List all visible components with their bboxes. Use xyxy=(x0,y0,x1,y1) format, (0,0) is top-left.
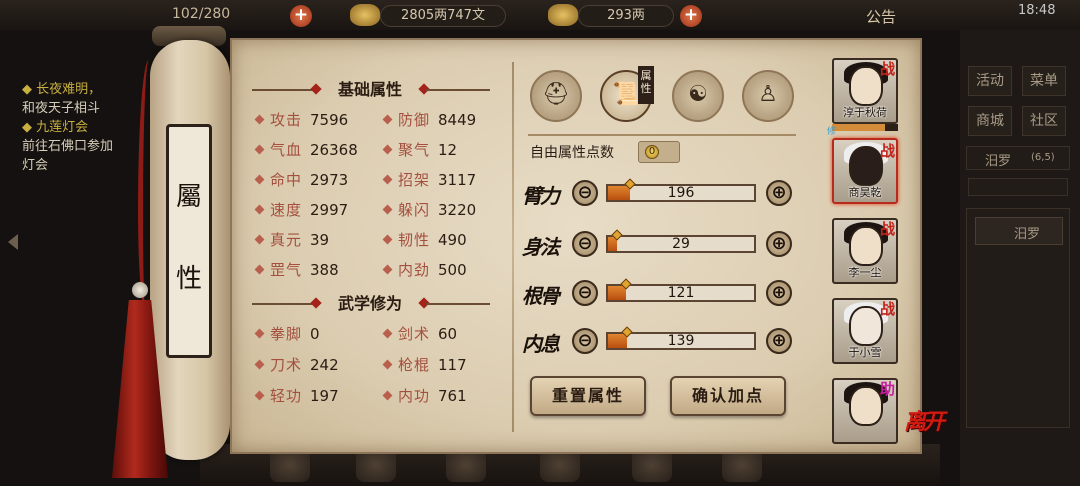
portrait-face xyxy=(849,226,883,266)
attr-hp: 气血 26368 xyxy=(254,139,358,161)
attr-attack: 攻击 7596 xyxy=(254,109,348,131)
add-gold-button[interactable]: + xyxy=(680,5,702,27)
party-hp-bar xyxy=(832,124,898,131)
constitution-value: 121 xyxy=(667,285,695,301)
community-button[interactable]: 社区 xyxy=(1022,106,1066,136)
area-item-label: 汨罗 xyxy=(1014,227,1041,242)
basic-attributes-header: 基础属性 xyxy=(337,80,402,99)
tab-meridians[interactable]: ♙ xyxy=(742,70,794,122)
silver-amount: 2805两747文 xyxy=(380,5,506,27)
location-coords: (6,5) xyxy=(1031,152,1055,163)
free-points-value: 0 xyxy=(648,146,656,157)
system-clock: 18:48 xyxy=(1018,3,1056,18)
strength-bar: 196 xyxy=(606,178,756,202)
skill-spear-staff: 枪棍 117 xyxy=(382,354,467,376)
combat-badge: 战 xyxy=(880,220,896,238)
skill-internal: 内功 761 xyxy=(382,385,467,407)
stamina-value: 102/280 xyxy=(172,6,231,22)
assist-badge: 助 xyxy=(880,380,896,398)
tab-bagua[interactable]: ☯ xyxy=(672,70,724,122)
body-meridian-icon: ♙ xyxy=(758,82,778,107)
portrait-face xyxy=(849,386,883,426)
breath-value: 139 xyxy=(667,333,695,349)
constitution-plus-button[interactable]: ⊕ xyxy=(766,280,792,306)
tassel-bead xyxy=(132,282,148,298)
section-rule xyxy=(426,303,490,305)
attr-inner-force: 内劲 500 xyxy=(382,259,467,281)
skill-fist: 拳脚 0 xyxy=(254,323,320,345)
agility-bar: 29 xyxy=(606,229,756,253)
free-points-label: 自由属性点数 xyxy=(530,145,614,161)
area-list[interactable]: 汨罗 xyxy=(966,208,1070,428)
reset-attributes-button[interactable]: 重置属性 xyxy=(530,376,646,416)
party-member-name: 淳于秋荷 xyxy=(843,106,887,119)
portrait-face xyxy=(849,146,883,186)
section-rule xyxy=(252,303,316,305)
location-name: 汨罗 xyxy=(985,154,1012,169)
party-member-name: 于小雪 xyxy=(848,346,882,359)
tab-underline xyxy=(528,134,796,136)
stat-name-breath: 内息 xyxy=(522,332,560,356)
party-status-tag: 修 xyxy=(827,127,837,137)
gold-ingot-icon xyxy=(548,4,578,26)
collapse-left-arrow-icon[interactable] xyxy=(8,234,18,250)
attr-tenacity: 韧性 490 xyxy=(382,229,467,251)
page-title-char: 屬 xyxy=(175,182,202,212)
attr-defense: 防御 8449 xyxy=(382,109,476,131)
portrait-face xyxy=(849,306,883,346)
area-item[interactable]: 汨罗 xyxy=(975,217,1063,245)
breath-plus-button[interactable]: ⊕ xyxy=(766,328,792,354)
attr-speed: 速度 2997 xyxy=(254,199,348,221)
strength-plus-button[interactable]: ⊕ xyxy=(766,180,792,206)
stat-name-agility: 身法 xyxy=(522,235,560,259)
skill-sword: 剑术 60 xyxy=(382,323,457,345)
breath-minus-button[interactable]: ⊖ xyxy=(572,328,598,354)
attr-dodge: 躲闪 3220 xyxy=(382,199,476,221)
section-rule xyxy=(252,89,316,91)
constitution-minus-button[interactable]: ⊖ xyxy=(572,280,598,306)
party-member-name: 商昊乾 xyxy=(848,186,882,199)
agility-plus-button[interactable]: ⊕ xyxy=(766,231,792,257)
hat-icon: ⛑ xyxy=(542,82,570,107)
portrait-face xyxy=(849,66,883,106)
shop-button[interactable]: 商城 xyxy=(968,106,1012,136)
agility-value: 29 xyxy=(672,236,690,252)
tab-equipment[interactable]: ⛑ xyxy=(530,70,582,122)
attr-hit: 命中 2973 xyxy=(254,169,348,191)
title-plaque xyxy=(166,124,212,358)
attr-parry: 招架 3117 xyxy=(382,169,476,191)
combat-badge: 战 xyxy=(880,142,896,160)
leave-button[interactable]: 离开 xyxy=(904,404,945,436)
confirm-points-button[interactable]: 确认加点 xyxy=(670,376,786,416)
attr-true-essence: 真元 39 xyxy=(254,229,329,251)
skill-lightness: 轻功 197 xyxy=(254,385,339,407)
agility-minus-button[interactable]: ⊖ xyxy=(572,231,598,257)
column-divider xyxy=(512,62,514,432)
menu-button[interactable]: 菜单 xyxy=(1022,66,1066,96)
section-rule xyxy=(426,89,490,91)
strength-minus-button[interactable]: ⊖ xyxy=(572,180,598,206)
attr-gang-qi: 罡气 388 xyxy=(254,259,339,281)
page-title-char: 性 xyxy=(175,264,202,294)
active-tab-flag: 属性 xyxy=(638,66,654,104)
yinyang-icon: ☯ xyxy=(688,82,708,107)
combat-badge: 战 xyxy=(880,60,896,78)
activity-button[interactable]: 活动 xyxy=(968,66,1012,96)
notice-button[interactable]: 公告 xyxy=(866,6,896,27)
attr-gather-qi: 聚气 12 xyxy=(382,139,457,161)
skill-saber: 刀术 242 xyxy=(254,354,339,376)
minimap-compass[interactable] xyxy=(968,178,1068,196)
silver-ingot-icon xyxy=(350,4,380,26)
constitution-bar: 121 xyxy=(606,278,756,302)
stat-name-strength: 臂力 xyxy=(522,184,560,208)
strength-value: 196 xyxy=(667,185,695,201)
combat-badge: 战 xyxy=(880,300,896,318)
breath-bar: 139 xyxy=(606,326,756,350)
add-stamina-button[interactable]: + xyxy=(290,5,312,27)
party-member-name: 李一尘 xyxy=(848,266,882,279)
martial-arts-header: 武学修为 xyxy=(337,294,402,313)
gold-amount: 293两 xyxy=(578,5,674,27)
location-box[interactable]: 汨罗 (6,5) xyxy=(966,146,1070,170)
stat-name-constitution: 根骨 xyxy=(522,284,560,308)
